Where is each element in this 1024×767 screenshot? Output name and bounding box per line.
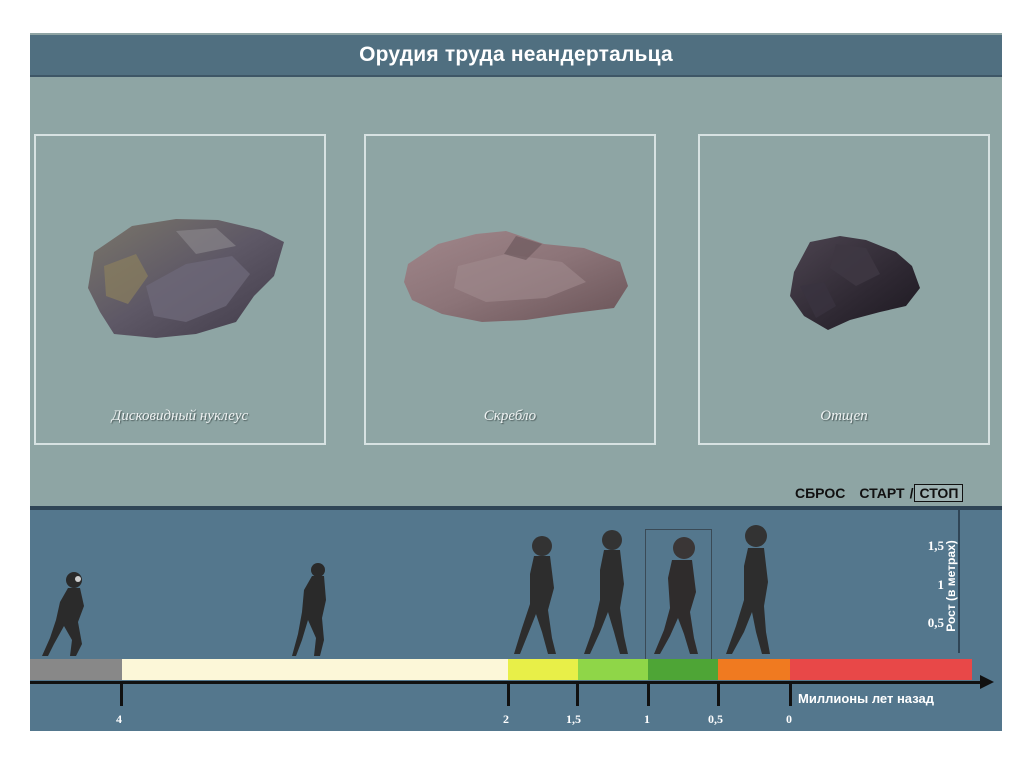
timeline-tick-mark <box>717 684 720 706</box>
height-scale-title: Рост (в метрах) <box>944 540 958 632</box>
timeline-tick-label: 4 <box>116 712 122 726</box>
hominid-figure-4[interactable] <box>582 528 634 658</box>
timeline-segment-lightgreen <box>578 659 648 680</box>
timeline-tick-label: 0 <box>786 712 792 726</box>
timeline-segment-gray <box>30 659 122 680</box>
start-button[interactable]: СТАРТ <box>855 484 908 502</box>
tool-label: Скребло <box>483 408 537 424</box>
timeline-tick-label: 1,5 <box>566 712 581 726</box>
tools-panel: Дисковидный нуклеус Скребло Отщеп <box>30 77 1002 506</box>
tool-card-discoid-core[interactable]: Дисковидный нуклеус <box>34 134 326 445</box>
timeline-axis-caption: Миллионы лет назад <box>798 691 934 706</box>
tool-label: Дисковидный нуклеус <box>111 408 249 424</box>
timeline-segment-yellow <box>508 659 578 680</box>
height-tick: 0,5 <box>927 615 944 630</box>
timeline-tick-label: 1 <box>644 712 650 726</box>
stop-button[interactable]: СТОП <box>914 484 964 502</box>
timeline-tick-mark <box>789 684 792 706</box>
height-scale-box <box>958 510 1004 653</box>
tool-card-flake[interactable]: Отщеп <box>698 134 990 445</box>
height-tick: 1 <box>937 577 945 592</box>
timeline-tick-mark <box>576 684 579 706</box>
page-title: Орудия труда неандертальца <box>359 43 673 66</box>
timeline-segment-orange <box>718 659 790 680</box>
playback-controls: СБРОС СТАРТ / СТОП <box>791 482 964 504</box>
hominid-figure-3[interactable] <box>512 534 562 658</box>
timeline-tick-label: 0,5 <box>708 712 723 726</box>
title-bar: Орудия труда неандертальца <box>30 35 1002 77</box>
flake-stone-icon <box>790 236 920 330</box>
hominid-figure-1[interactable] <box>40 570 90 660</box>
tool-card-scraper[interactable]: Скребло <box>364 134 656 445</box>
timeline-tick-label: 2 <box>503 712 509 726</box>
timeline-tick-mark <box>647 684 650 706</box>
scraper-stone-icon <box>404 231 628 322</box>
timeline-segment-green <box>648 659 718 680</box>
discoid-core-stone-icon <box>88 219 284 338</box>
timeline-tick-mark <box>507 684 510 706</box>
timeline-segment-red <box>790 659 972 680</box>
tool-label: Отщеп <box>820 408 868 424</box>
hominid-figure-5-neanderthal[interactable] <box>650 534 704 658</box>
timeline-tick-mark <box>120 684 123 706</box>
hominid-figure-6-sapiens[interactable] <box>722 522 782 658</box>
hominid-figure-2[interactable] <box>290 560 332 660</box>
timeline-segment-cream <box>122 659 508 680</box>
reset-button[interactable]: СБРОС <box>791 484 849 502</box>
height-tick: 1,5 <box>927 538 944 553</box>
timeline-arrow-icon <box>980 675 994 689</box>
